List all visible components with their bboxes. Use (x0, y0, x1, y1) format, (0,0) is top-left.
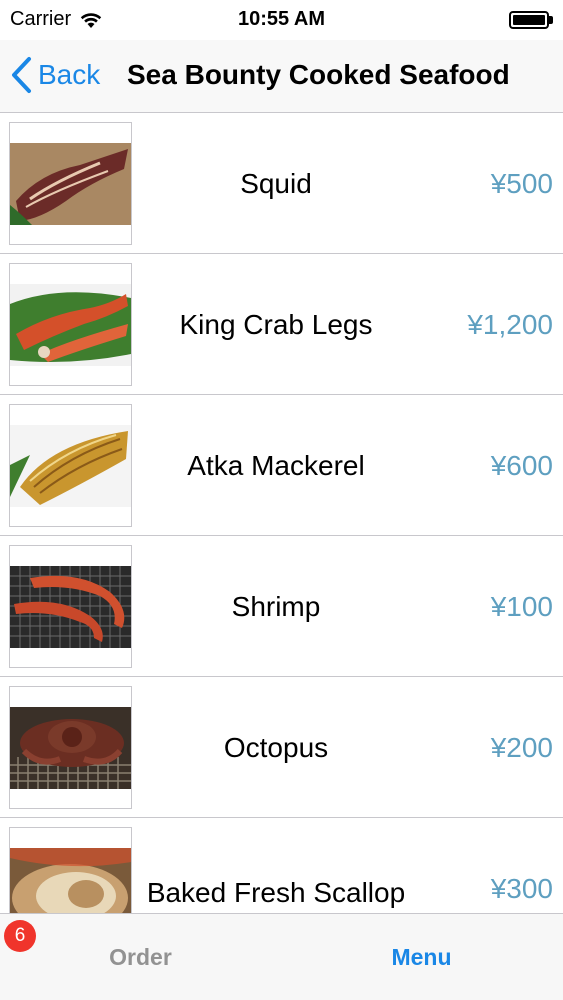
item-price: ¥200 (490, 731, 553, 763)
item-name: Squid (240, 167, 312, 199)
status-time: 10:55 AM (237, 8, 326, 30)
menu-item-row[interactable]: Squid ¥500 (0, 113, 563, 254)
navigation-bar: Back Sea Bounty Cooked Seafood (0, 40, 563, 113)
item-thumbnail (9, 122, 132, 245)
item-name: Octopus (223, 731, 329, 763)
page-title: Sea Bounty Cooked Seafood (127, 59, 510, 90)
menu-item-row[interactable]: Shrimp ¥100 (0, 536, 563, 677)
tab-menu-label: Menu (391, 944, 452, 970)
back-label: Back (38, 59, 101, 90)
menu-item-row[interactable]: King Crab Legs ¥1,200 (0, 254, 563, 395)
item-price: ¥100 (490, 590, 553, 622)
item-name: Baked Fresh Scallop (146, 876, 406, 908)
item-price: ¥300 (490, 872, 553, 904)
item-thumbnail (9, 686, 132, 809)
item-price: ¥600 (490, 449, 553, 481)
menu-item-row[interactable]: Baked Fresh Scallop ¥300 (0, 818, 563, 913)
item-price: ¥1,200 (467, 308, 553, 340)
item-name: Atka Mackerel (187, 449, 365, 481)
baked-scallop-image (10, 848, 131, 913)
item-name: King Crab Legs (179, 308, 373, 340)
menu-item-row[interactable]: Atka Mackerel ¥600 (0, 395, 563, 536)
item-thumbnail (9, 263, 132, 386)
item-thumbnail (9, 827, 132, 913)
item-thumbnail (9, 404, 132, 527)
grilled-octopus-image (10, 707, 131, 789)
tab-order[interactable]: Order (0, 914, 281, 1000)
king-crab-legs-image (10, 284, 131, 366)
grilled-mackerel-image (10, 425, 131, 507)
menu-item-row[interactable]: Octopus ¥200 (0, 677, 563, 818)
chevron-left-icon (12, 57, 31, 93)
menu-list: Squid ¥500 King Crab Legs ¥1,200 Atka Ma… (0, 113, 563, 913)
tab-bar: Order 6 Menu (0, 913, 563, 1000)
order-count-badge: 6 (4, 920, 36, 952)
tab-order-label: Order (109, 944, 172, 970)
item-thumbnail (9, 545, 132, 668)
tab-menu[interactable]: Menu (281, 914, 562, 1000)
item-name: Shrimp (231, 590, 321, 622)
grilled-shrimp-image (10, 566, 131, 648)
back-button[interactable]: Back (10, 56, 100, 94)
grilled-squid-image (10, 143, 131, 225)
battery-icon (509, 11, 553, 29)
item-price: ¥500 (490, 167, 553, 199)
status-bar: Carrier 10:55 AM (0, 0, 563, 40)
